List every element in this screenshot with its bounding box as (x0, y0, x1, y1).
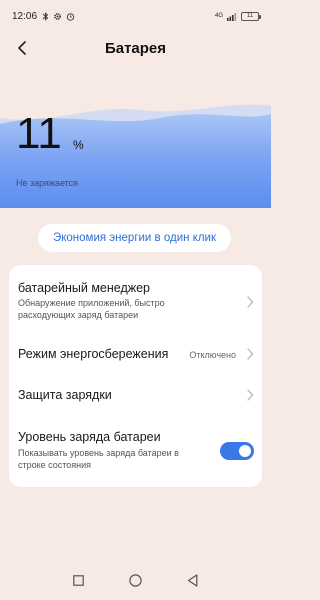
alarm-icon (66, 12, 75, 21)
toggle-knob (239, 445, 251, 457)
battery-manager-subtitle-line1: Обнаружение приложений, быстро (18, 298, 165, 308)
settings-card: батарейный менеджер Обнаружение приложен… (9, 265, 262, 487)
battery-manager-title: батарейный менеджер (18, 281, 151, 295)
charge-protection-row[interactable]: Защита зарядки (9, 378, 262, 414)
network-type-label: 4G (214, 13, 223, 19)
chevron-right-icon (247, 348, 254, 360)
page-title: Батарея (104, 39, 167, 57)
navigation-bar (0, 560, 271, 600)
battery-level-subtitle-line2: строке состояния (18, 460, 92, 470)
one-click-power-saving-label: Экономия энергии в один клик (52, 232, 217, 244)
battery-level-toggle[interactable] (220, 442, 254, 460)
square-icon (73, 574, 84, 586)
recent-apps-button[interactable] (69, 570, 89, 590)
battery-level-title: Уровень заряда батареи (18, 430, 161, 444)
home-button[interactable] (126, 570, 146, 590)
power-saving-mode-value: Отключено (189, 350, 236, 360)
status-battery-icon: 11 (241, 11, 261, 21)
battery-level-row: Уровень заряда батареи Показывать уровен… (9, 423, 262, 483)
header: Батарея (0, 32, 271, 64)
chevron-left-icon (18, 41, 26, 55)
battery-level-subtitle-line1: Показывать уровень заряда батареи в (18, 448, 179, 458)
status-battery-level: 11 (246, 13, 254, 19)
battery-manager-subtitle-line2: расходующих заряд батареи (18, 310, 139, 320)
one-click-power-saving-button[interactable]: Экономия энергии в один клик (38, 224, 231, 252)
back-button[interactable] (10, 36, 34, 60)
chevron-right-icon (247, 296, 254, 308)
power-saving-mode-row[interactable]: Режим энергосбережения Отключено (9, 337, 262, 373)
gear-icon (54, 12, 61, 20)
battery-percent: 11 (16, 109, 62, 158)
battery-manager-row[interactable]: батарейный менеджер Обнаружение приложен… (9, 265, 262, 323)
charge-protection-title: Защита зарядки (18, 388, 112, 402)
charging-status: Не заряжается (16, 178, 79, 188)
status-time: 12:06 (12, 10, 38, 22)
power-saving-mode-title: Режим энергосбережения (18, 347, 169, 361)
chevron-right-icon (247, 389, 254, 401)
circle-icon (129, 573, 142, 587)
bluetooth-icon (42, 11, 49, 21)
status-bar: 12:06 4G 11 (0, 0, 271, 32)
battery-percent-unit: % (73, 138, 84, 152)
signal-icon (227, 12, 237, 21)
back-nav-button[interactable] (183, 570, 203, 590)
triangle-back-icon (187, 573, 198, 587)
